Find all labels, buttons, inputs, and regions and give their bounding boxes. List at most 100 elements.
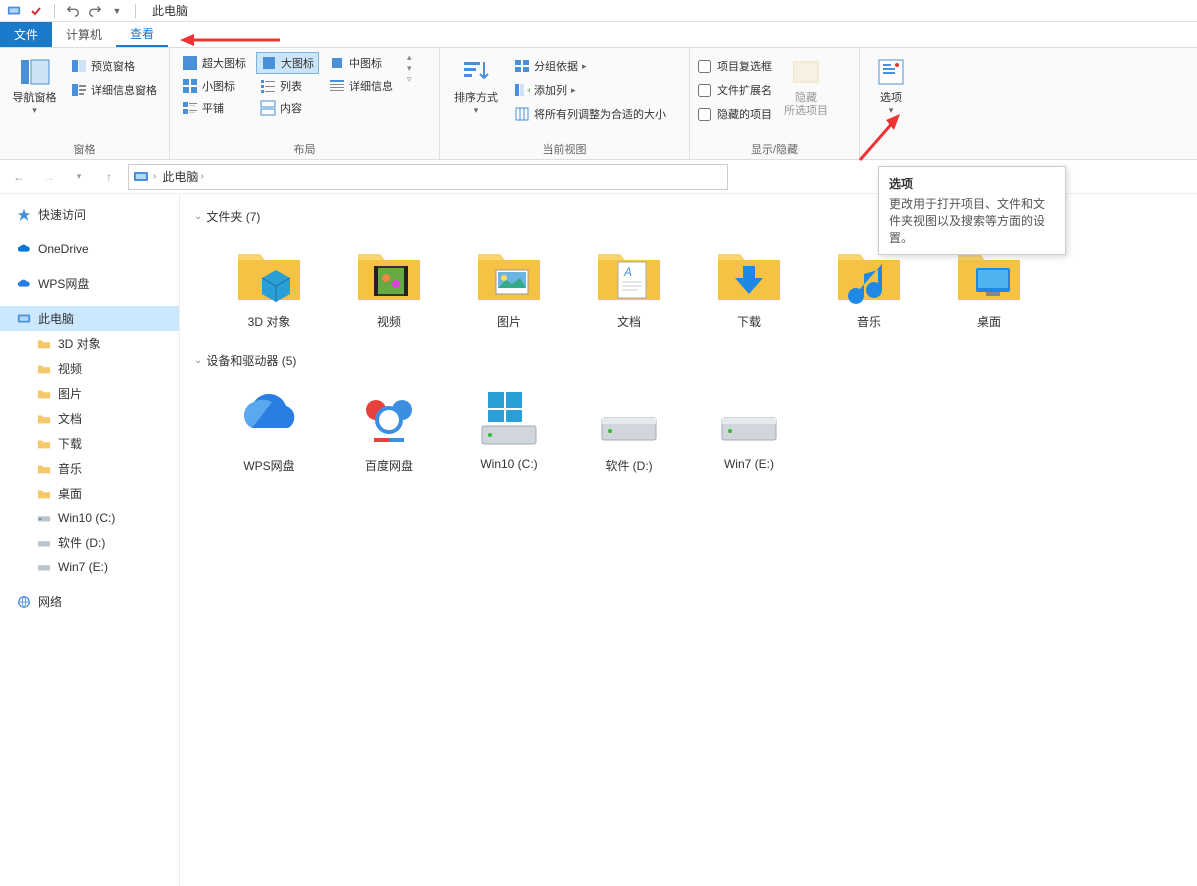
tooltip-title: 选项 [889, 175, 1055, 192]
cloud-icon [16, 241, 32, 257]
tab-file[interactable]: 文件 [0, 22, 52, 47]
dropdown-icon[interactable]: ▼ [109, 3, 125, 19]
svg-text:+: + [527, 86, 530, 97]
annotation-arrow-1 [180, 30, 280, 50]
svg-text:A: A [623, 265, 632, 279]
folder-icon [36, 336, 52, 352]
view-tiles-button[interactable]: 平铺 [178, 98, 250, 118]
chevron-down-icon: ⌄ [194, 211, 202, 222]
body: 快速访问 OneDrive WPS网盘 此电脑 3D 对象 视频 图片 文档 下… [0, 194, 1197, 886]
checkmark-icon[interactable] [28, 3, 44, 19]
titlebar: ▼ 此电脑 [0, 0, 1197, 22]
tooltip-body: 更改用于打开项目、文件和文件夹视图以及搜索等方面的设置。 [889, 196, 1055, 246]
breadcrumb-chevron-icon[interactable]: › [153, 171, 156, 182]
details-pane-button[interactable]: 详细信息窗格 [67, 80, 161, 100]
recent-dropdown[interactable]: ▾ [68, 166, 90, 188]
view-list-button[interactable]: 列表 [256, 76, 319, 96]
folder-icon [36, 461, 52, 477]
folder-icon [36, 361, 52, 377]
quick-access-toolbar: ▼ [0, 3, 146, 19]
view-medium-button[interactable]: 中图标 [325, 52, 397, 74]
folder-icon [36, 411, 52, 427]
chevron-down-icon: ⌄ [194, 355, 202, 366]
layout-scroll-down-icon[interactable]: ▾ [407, 63, 412, 74]
sidebar-quick-access[interactable]: 快速访问 [0, 202, 179, 227]
address-box[interactable]: › 此电脑 › [128, 164, 728, 190]
item-wps[interactable]: WPS网盘 [224, 381, 314, 474]
sidebar-pictures[interactable]: 图片 [0, 381, 179, 406]
folder-icon [36, 436, 52, 452]
item-pictures[interactable]: 图片 [464, 237, 554, 330]
up-button[interactable]: ↑ [98, 166, 120, 188]
item-baidu[interactable]: 百度网盘 [344, 381, 434, 474]
network-icon [16, 594, 32, 610]
hidden-items-checkbox[interactable]: 隐藏的项目 [698, 104, 772, 124]
item-downloads[interactable]: 下载 [704, 237, 794, 330]
drive-icon [36, 535, 52, 551]
view-content-button[interactable]: 内容 [256, 98, 319, 118]
undo-icon[interactable] [65, 3, 81, 19]
drive-icon [36, 559, 52, 575]
sidebar-onedrive[interactable]: OneDrive [0, 237, 179, 261]
sidebar-network[interactable]: 网络 [0, 589, 179, 614]
sidebar-video[interactable]: 视频 [0, 356, 179, 381]
sidebar-wps[interactable]: WPS网盘 [0, 271, 179, 296]
item-3d-objects[interactable]: 3D 对象 [224, 237, 314, 330]
item-checkboxes-checkbox[interactable]: 项目复选框 [698, 56, 772, 76]
pc-icon [16, 311, 32, 327]
layout-scroll-up-icon[interactable]: ▴ [407, 52, 412, 63]
folder-icon [36, 486, 52, 502]
sidebar-desktop[interactable]: 桌面 [0, 481, 179, 506]
devices-grid: WPS网盘 百度网盘 Win10 (C:) 软件 (D:) Win7 (E:) [194, 373, 1183, 492]
ribbon: 导航窗格 ▾ 预览窗格 详细信息窗格 窗格 超大图标 大图标 中图标 [0, 48, 1197, 160]
view-small-button[interactable]: 小图标 [178, 76, 250, 96]
sidebar-downloads[interactable]: 下载 [0, 431, 179, 456]
sidebar-soft[interactable]: 软件 (D:) [0, 530, 179, 555]
section-devices[interactable]: ⌄ 设备和驱动器 (5) [194, 348, 1183, 373]
tab-view[interactable]: 查看 [116, 22, 168, 47]
nav-sidebar: 快速访问 OneDrive WPS网盘 此电脑 3D 对象 视频 图片 文档 下… [0, 194, 180, 886]
group-layout: 超大图标 大图标 中图标 小图标 列表 详细信息 平铺 内容 ▴ ▾ ▿ 布局 [170, 48, 440, 159]
layout-expand-icon[interactable]: ▿ [407, 74, 412, 85]
sidebar-music[interactable]: 音乐 [0, 456, 179, 481]
item-win10-drive[interactable]: Win10 (C:) [464, 381, 554, 474]
item-documents[interactable]: A 文档 [584, 237, 674, 330]
cloud-icon [16, 276, 32, 292]
redo-icon[interactable] [87, 3, 103, 19]
breadcrumb-this-pc[interactable]: 此电脑 › [160, 168, 205, 185]
sidebar-win7[interactable]: Win7 (E:) [0, 555, 179, 579]
view-extra-large-button[interactable]: 超大图标 [178, 52, 250, 74]
hide-selected-button[interactable]: 隐藏 所选项目 [778, 52, 834, 122]
item-win7-drive[interactable]: Win7 (E:) [704, 381, 794, 474]
group-panes: 导航窗格 ▾ 预览窗格 详细信息窗格 窗格 [0, 48, 170, 159]
file-ext-checkbox[interactable]: 文件扩展名 [698, 80, 772, 100]
forward-button[interactable]: → [38, 166, 60, 188]
folder-icon [36, 386, 52, 402]
size-columns-button[interactable]: 将所有列调整为合适的大小 [510, 104, 670, 124]
sidebar-3d[interactable]: 3D 对象 [0, 331, 179, 356]
app-icon [6, 3, 22, 19]
group-by-button[interactable]: 分组依据 ▸ [510, 56, 670, 76]
item-video[interactable]: 视频 [344, 237, 434, 330]
back-button[interactable]: ← [8, 166, 30, 188]
tab-computer[interactable]: 计算机 [52, 22, 116, 47]
pc-icon [133, 169, 149, 185]
star-icon [16, 207, 32, 223]
item-soft-drive[interactable]: 软件 (D:) [584, 381, 674, 474]
view-large-button[interactable]: 大图标 [256, 52, 319, 74]
group-current-view: 排序方式 ▾ 分组依据 ▸ +添加列 ▸ 将所有列调整为合适的大小 当前视图 [440, 48, 690, 159]
sidebar-win10[interactable]: Win10 (C:) [0, 506, 179, 530]
annotation-arrow-2 [850, 110, 910, 170]
content-area: ⌄ 文件夹 (7) 3D 对象 视频 图片 A 文档 下载 [180, 194, 1197, 886]
sort-button[interactable]: 排序方式 ▾ [448, 52, 504, 120]
group-show-hide: 项目复选框 文件扩展名 隐藏的项目 隐藏 所选项目 显示/隐藏 [690, 48, 860, 159]
nav-pane-button[interactable]: 导航窗格 ▾ [8, 52, 61, 120]
sidebar-this-pc[interactable]: 此电脑 [0, 306, 179, 331]
sidebar-documents[interactable]: 文档 [0, 406, 179, 431]
add-column-button[interactable]: +添加列 ▸ [510, 80, 670, 100]
window-title: 此电脑 [146, 2, 188, 19]
options-tooltip: 选项 更改用于打开项目、文件和文件夹视图以及搜索等方面的设置。 [878, 166, 1066, 255]
view-details-button[interactable]: 详细信息 [325, 76, 397, 96]
preview-pane-button[interactable]: 预览窗格 [67, 56, 161, 76]
drive-icon [36, 510, 52, 526]
